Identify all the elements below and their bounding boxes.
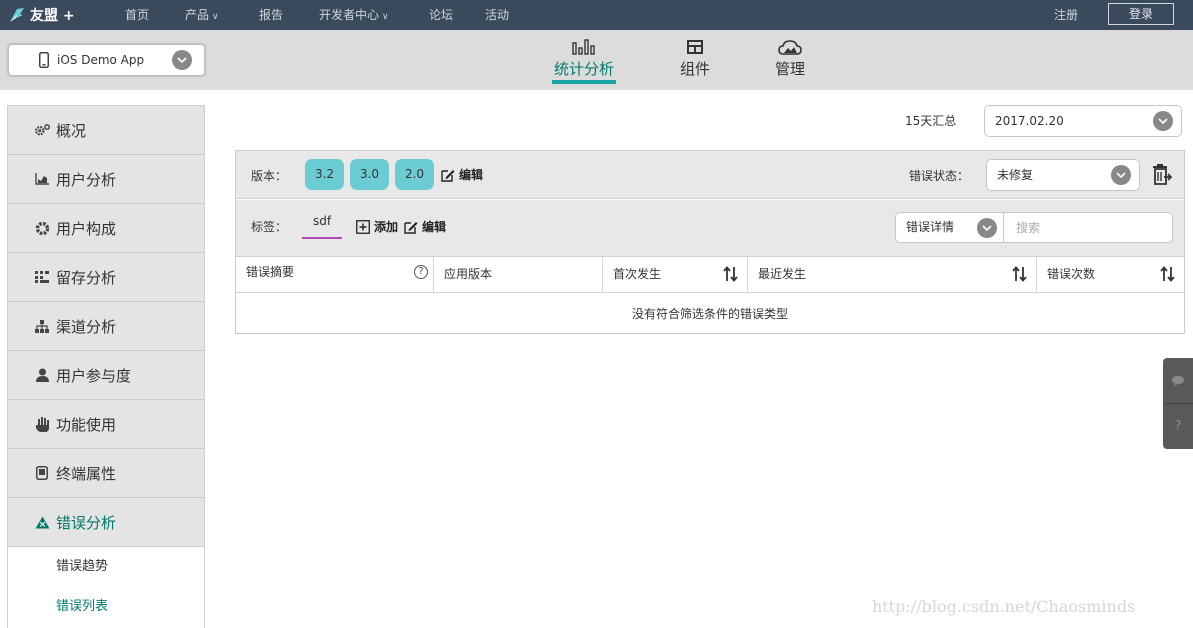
tab-management[interactable]: 管理 (774, 38, 806, 79)
column-app-version: 应用版本 (434, 257, 603, 293)
chevron-down-icon (172, 50, 192, 70)
app-header: iOS Demo App 统计分析 组件 管理 (0, 30, 1193, 90)
column-error-summary: 错误摘要 ? (236, 257, 434, 293)
nav-forum[interactable]: 论坛 (429, 0, 453, 30)
help-icon[interactable]: ? (414, 265, 428, 279)
sidebar-item-error-analysis[interactable]: 错误分析 (8, 498, 204, 547)
nav-activities[interactable]: 活动 (485, 0, 509, 30)
tab-statistics[interactable]: 统计分析 (552, 38, 616, 84)
chevron-down-icon (1153, 111, 1173, 131)
sidebar-subitem-error-list[interactable]: 错误列表 (8, 587, 204, 627)
bird-logo-icon (10, 8, 24, 22)
search-input-wrapper (1003, 212, 1173, 243)
table-header: 错误摘要 ? 应用版本 首次发生 最近发生 错误次数 (236, 257, 1184, 293)
sidebar-item-channels[interactable]: 渠道分析 (8, 302, 204, 351)
nav-developer-center[interactable]: 开发者中心 ∨ (319, 0, 389, 30)
edit-icon (441, 169, 455, 182)
column-first-occurrence[interactable]: 首次发生 (603, 257, 748, 293)
app-name: iOS Demo App (57, 53, 145, 67)
nav-home[interactable]: 首页 (125, 0, 149, 30)
sidebar-item-retention[interactable]: 留存分析 (8, 253, 204, 302)
grid-icon (34, 271, 50, 283)
version-pill[interactable]: 2.0 (395, 159, 434, 190)
active-tab-indicator (552, 80, 616, 84)
floating-side-panel: ? (1163, 358, 1193, 449)
error-status-value: 未修复 (997, 168, 1034, 182)
gear-icon (34, 221, 50, 236)
nav-reports[interactable]: 报告 (259, 0, 283, 30)
error-status-select[interactable]: 未修复 (986, 159, 1140, 191)
sort-icon[interactable] (723, 266, 739, 285)
summary-label: 15天汇总 (905, 114, 957, 128)
column-error-count[interactable]: 错误次数 (1037, 257, 1184, 293)
watermark: http://blog.csdn.net/Chaosminds (872, 597, 1136, 616)
tag-label: 标签： (251, 220, 288, 234)
register-link[interactable]: 注册 (1054, 0, 1078, 30)
phone-icon (39, 52, 49, 68)
chevron-down-icon (977, 218, 997, 238)
nav-products[interactable]: 产品 ∨ (185, 0, 219, 30)
sidebar-item-engagement[interactable]: 用户参与度 (8, 351, 204, 400)
login-button[interactable]: 登录 (1108, 3, 1174, 25)
date-value: 2017.02.20 (995, 114, 1064, 128)
help-button[interactable]: ? (1163, 403, 1193, 448)
chevron-down-icon (1111, 165, 1131, 185)
edit-icon (404, 221, 418, 234)
chevron-down-icon: ∨ (212, 12, 219, 22)
error-status-label: 错误状态： (909, 169, 970, 183)
sort-icon[interactable] (1160, 266, 1176, 285)
version-pill[interactable]: 3.0 (350, 159, 389, 190)
app-selector[interactable]: iOS Demo App (8, 44, 205, 76)
version-label: 版本： (251, 169, 288, 183)
tag-chip[interactable]: sdf (302, 214, 342, 239)
export-icon[interactable] (1152, 164, 1173, 189)
edit-versions-link[interactable]: 编辑 (441, 166, 483, 183)
date-selector[interactable]: 2017.02.20 (984, 105, 1182, 137)
gears-icon (34, 122, 50, 138)
add-tag-link[interactable]: 添加 (356, 218, 398, 235)
comment-icon (1172, 375, 1184, 386)
sitemap-icon (34, 319, 50, 333)
area-chart-icon (34, 173, 50, 185)
warning-icon (34, 516, 50, 529)
search-field-value: 错误详情 (906, 220, 955, 234)
sidebar-subitem-error-trend[interactable]: 错误趋势 (8, 547, 204, 587)
feedback-button[interactable] (1163, 358, 1193, 403)
top-navbar: 友盟 + 首页 产品 ∨ 报告 开发者中心 ∨ 论坛 活动 注册 登录 (0, 0, 1193, 30)
tab-components[interactable]: 组件 (679, 38, 711, 79)
column-last-occurrence[interactable]: 最近发生 (748, 257, 1037, 293)
help-icon: ? (1174, 418, 1182, 434)
plus-square-icon (356, 219, 370, 234)
tag-filter-row: 标签： sdf 添加 编辑 错误详情 (236, 200, 1184, 257)
component-icon (687, 40, 703, 54)
sidebar-item-device-attributes[interactable]: 终端属性 (8, 449, 204, 498)
edit-tags-link[interactable]: 编辑 (404, 218, 446, 235)
brand-name: 友盟 + (30, 8, 75, 24)
sidebar-item-user-composition[interactable]: 用户构成 (8, 204, 204, 253)
error-list-panel: 版本： 3.2 3.0 2.0 编辑 错误状态： 未修复 标签： sdf 添加 … (235, 150, 1185, 334)
sidebar-item-feature-usage[interactable]: 功能使用 (8, 400, 204, 449)
sidebar-item-user-analysis[interactable]: 用户分析 (8, 155, 204, 204)
sort-icon[interactable] (1012, 266, 1028, 285)
tablet-icon (34, 466, 50, 480)
cloud-icon (778, 40, 802, 55)
bar-chart-icon (572, 39, 595, 55)
sidebar: 概况 用户分析 用户构成 留存分析 渠道分析 用户参与度 功能使用 终端属性 错… (7, 105, 205, 628)
version-filter-row: 版本： 3.2 3.0 2.0 编辑 错误状态： 未修复 (236, 151, 1184, 199)
sidebar-item-overview[interactable]: 概况 (8, 106, 204, 155)
search-input[interactable] (1004, 213, 1172, 242)
hand-icon (34, 416, 50, 432)
empty-table-message: 没有符合筛选条件的错误类型 (631, 307, 788, 321)
chevron-down-icon: ∨ (382, 12, 389, 22)
version-pill[interactable]: 3.2 (305, 159, 344, 190)
search-field-select[interactable]: 错误详情 (895, 212, 1005, 243)
user-icon (34, 368, 50, 382)
brand-logo[interactable]: 友盟 + (8, 4, 75, 26)
